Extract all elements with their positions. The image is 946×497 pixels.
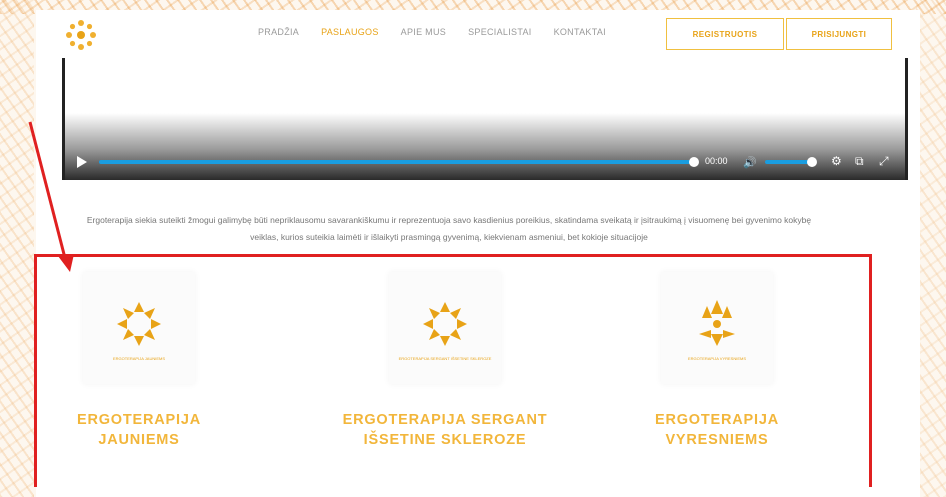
- service-logo-icon: [423, 301, 467, 346]
- play-icon[interactable]: [77, 156, 87, 168]
- fullscreen-icon[interactable]: ⤢: [879, 154, 889, 169]
- services-description: Ergoterapija siekia suteikti žmogui gali…: [34, 212, 864, 246]
- nav-item-services[interactable]: PASLAUGOS: [321, 27, 379, 37]
- service-card-title[interactable]: ERGOTERAPIJA SERGANT IŠSETINE SKLEROZE: [300, 410, 590, 450]
- video-time: 00:00: [705, 156, 728, 166]
- popout-icon[interactable]: ⧉: [855, 154, 864, 169]
- volume-handle[interactable]: [807, 157, 817, 167]
- description-line-2: veiklas, kurios suteikia laimėti ir išla…: [250, 232, 648, 242]
- nav-item-home[interactable]: PRADŽIA: [258, 27, 299, 37]
- nav-item-contacts[interactable]: KONTAKTAI: [554, 27, 606, 37]
- service-card-image[interactable]: ERGOTERAPIJA SERGANT IŠSETINE SKLEROZE: [389, 272, 501, 384]
- service-card-title[interactable]: ERGOTERAPIJA JAUNIEMS: [44, 410, 234, 450]
- service-title-line-2: VYRESNIEMS: [665, 432, 769, 448]
- video-progress-handle[interactable]: [689, 157, 699, 167]
- service-card-elderly[interactable]: ERGOTERAPIJA VYRESNIEMS ERGOTERAPIJA VYR…: [622, 272, 812, 450]
- sun-logo-icon[interactable]: [64, 18, 98, 52]
- service-title-line-2: JAUNIEMS: [98, 432, 180, 448]
- service-title-line-1: ERGOTERAPIJA: [654, 412, 779, 428]
- service-logo-icon: [117, 301, 161, 346]
- service-logo-caption: ERGOTERAPIJA JAUNIEMS: [112, 355, 165, 361]
- service-card-ms[interactable]: ERGOTERAPIJA SERGANT IŠSETINE SKLEROZE E…: [300, 272, 590, 450]
- volume-icon[interactable]: 🔊: [743, 156, 757, 169]
- service-title-line-1: ERGOTERAPIJA SERGANT: [342, 412, 548, 428]
- service-logo-caption: ERGOTERAPIJA VYRESNIEMS: [687, 355, 746, 361]
- service-title-line-2: IŠSETINE SKLEROZE: [363, 432, 527, 448]
- description-line-1: Ergoterapija siekia suteikti žmogui gali…: [86, 215, 812, 225]
- decorative-pattern-left: [0, 0, 34, 497]
- service-card-image[interactable]: ERGOTERAPIJA JAUNIEMS: [83, 272, 195, 384]
- register-button[interactable]: REGISTRUOTIS: [666, 18, 784, 50]
- service-logo-caption: ERGOTERAPIJA SERGANT IŠSETINE SKLEROZE: [398, 355, 492, 361]
- service-card-title[interactable]: ERGOTERAPIJA VYRESNIEMS: [622, 410, 812, 450]
- service-card-image[interactable]: ERGOTERAPIJA VYRESNIEMS: [661, 272, 773, 384]
- volume-slider[interactable]: [765, 160, 811, 164]
- video-controls: 00:00 🔊 ⚙ ⧉ ⤢: [65, 148, 905, 174]
- video-progress-bar[interactable]: [99, 160, 693, 164]
- main-nav: PRADŽIA PASLAUGOS APIE MUS SPECIALISTAI …: [258, 27, 606, 37]
- login-button[interactable]: PRISIJUNGTI: [786, 18, 892, 50]
- service-card-youth[interactable]: ERGOTERAPIJA JAUNIEMS ERGOTERAPIJA JAUNI…: [44, 272, 234, 450]
- service-logo-icon: [699, 299, 735, 346]
- decorative-pattern-right: [916, 0, 946, 497]
- header: PRADŽIA PASLAUGOS APIE MUS SPECIALISTAI …: [36, 10, 920, 58]
- video-player[interactable]: 00:00 🔊 ⚙ ⧉ ⤢: [62, 58, 908, 180]
- settings-icon[interactable]: ⚙: [831, 154, 842, 168]
- nav-item-specialists[interactable]: SPECIALISTAI: [468, 27, 531, 37]
- nav-item-about[interactable]: APIE MUS: [401, 27, 446, 37]
- service-title-line-1: ERGOTERAPIJA: [76, 412, 201, 428]
